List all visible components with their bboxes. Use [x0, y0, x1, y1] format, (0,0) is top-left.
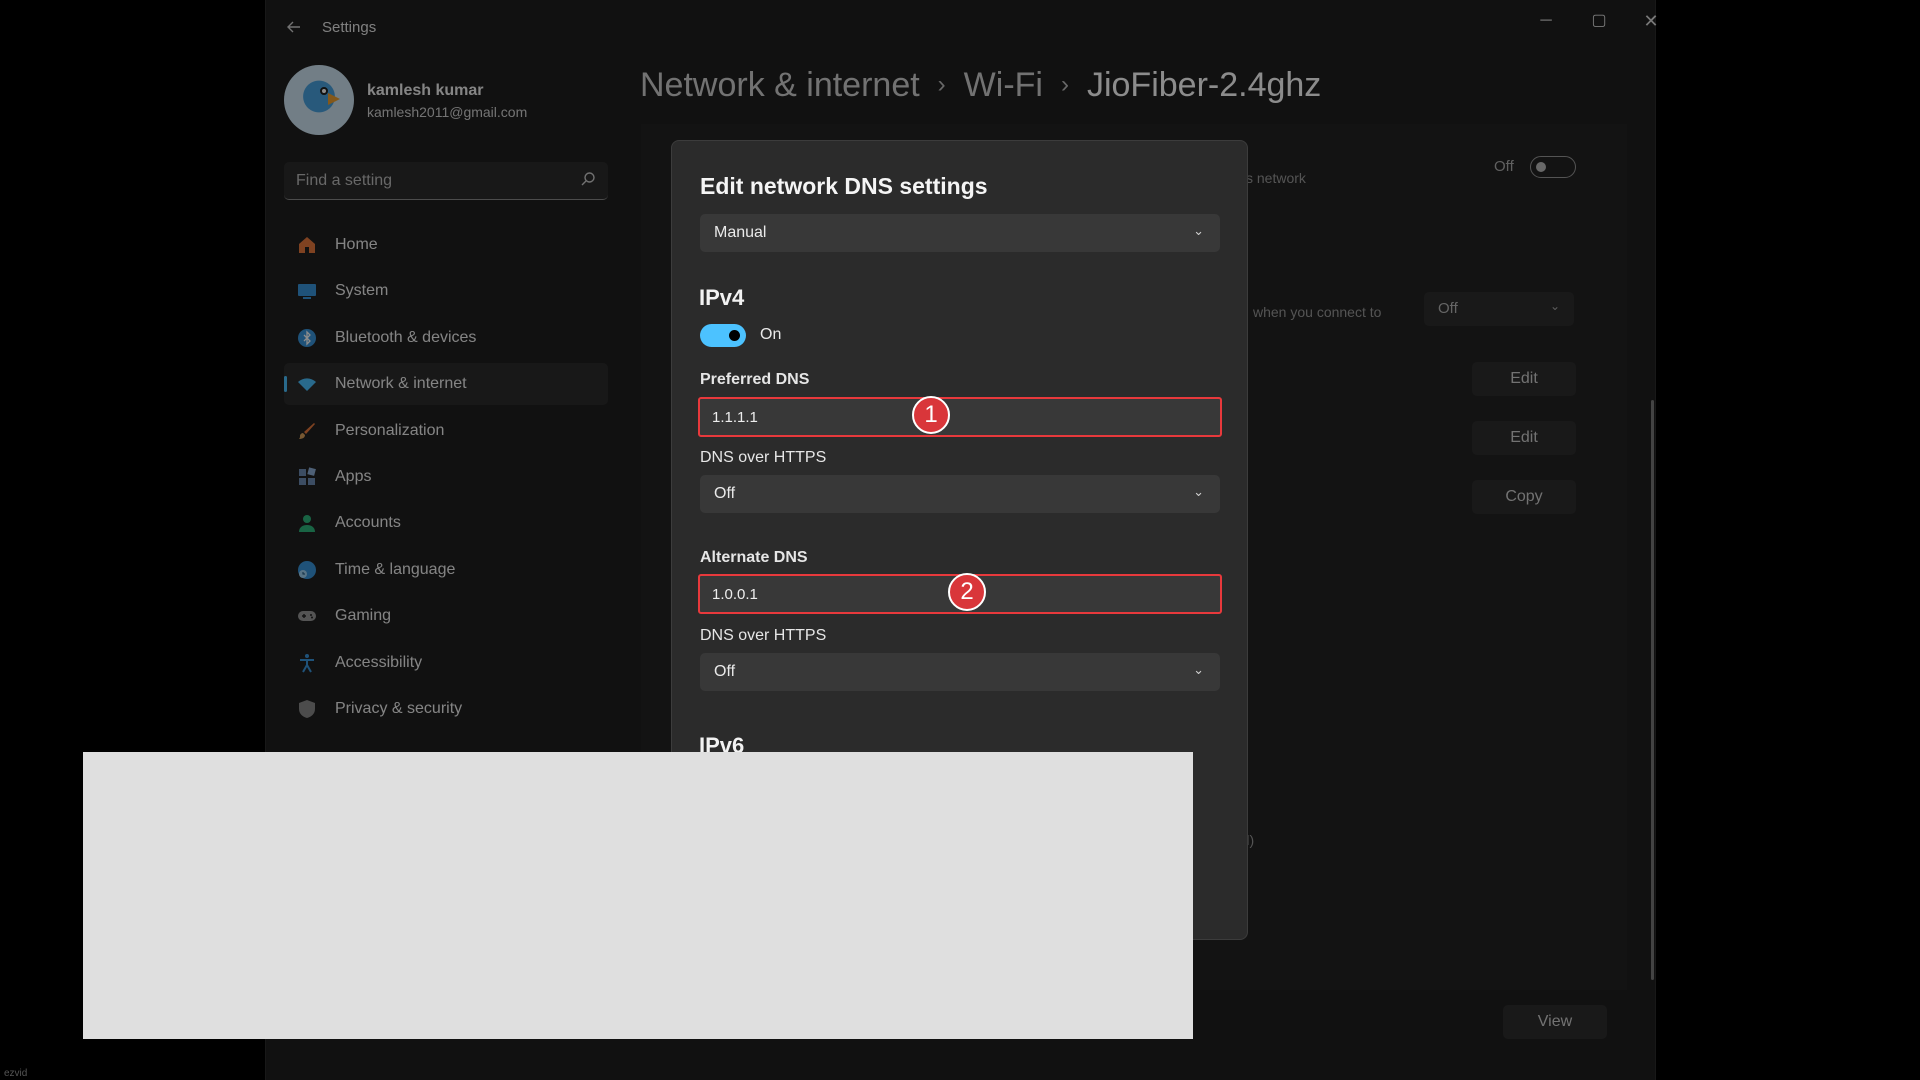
chevron-down-icon: ⌄: [1193, 223, 1204, 238]
preferred-dns-label: Preferred DNS: [700, 371, 810, 388]
screen: Settings ─ ▢ ✕ kamlesh kumar kamlesh2011…: [0, 0, 1920, 1080]
dropdown-value: Off: [714, 485, 736, 502]
chevron-down-icon: ⌄: [1193, 484, 1204, 499]
dns-mode-dropdown[interactable]: Manual ⌄: [700, 214, 1220, 252]
doh-label-1: DNS over HTTPS: [700, 449, 827, 466]
input-value: 1.0.0.1: [712, 586, 758, 603]
doh-label-2: DNS over HTTPS: [700, 627, 827, 644]
ipv4-toggle[interactable]: [700, 324, 746, 347]
watermark: ezvid: [4, 1068, 28, 1079]
dropdown-value: Off: [714, 663, 736, 680]
dialog-title: Edit network DNS settings: [700, 173, 988, 199]
chevron-down-icon: ⌄: [1193, 662, 1204, 677]
doh-dropdown-1[interactable]: Off ⌄: [700, 475, 1220, 513]
doh-dropdown-2[interactable]: Off ⌄: [700, 653, 1220, 691]
ipv4-toggle-label: On: [760, 326, 782, 343]
alternate-dns-label: Alternate DNS: [700, 549, 808, 566]
input-value: 1.1.1.1: [712, 409, 758, 426]
annotation-badge-1: 1: [912, 396, 950, 434]
preferred-dns-input[interactable]: 1.1.1.1: [698, 397, 1222, 437]
ipv4-heading: IPv4: [699, 285, 745, 310]
dropdown-value: Manual: [714, 224, 767, 241]
annotation-badge-2: 2: [948, 573, 986, 611]
video-overlay-panel: [83, 752, 1193, 1039]
